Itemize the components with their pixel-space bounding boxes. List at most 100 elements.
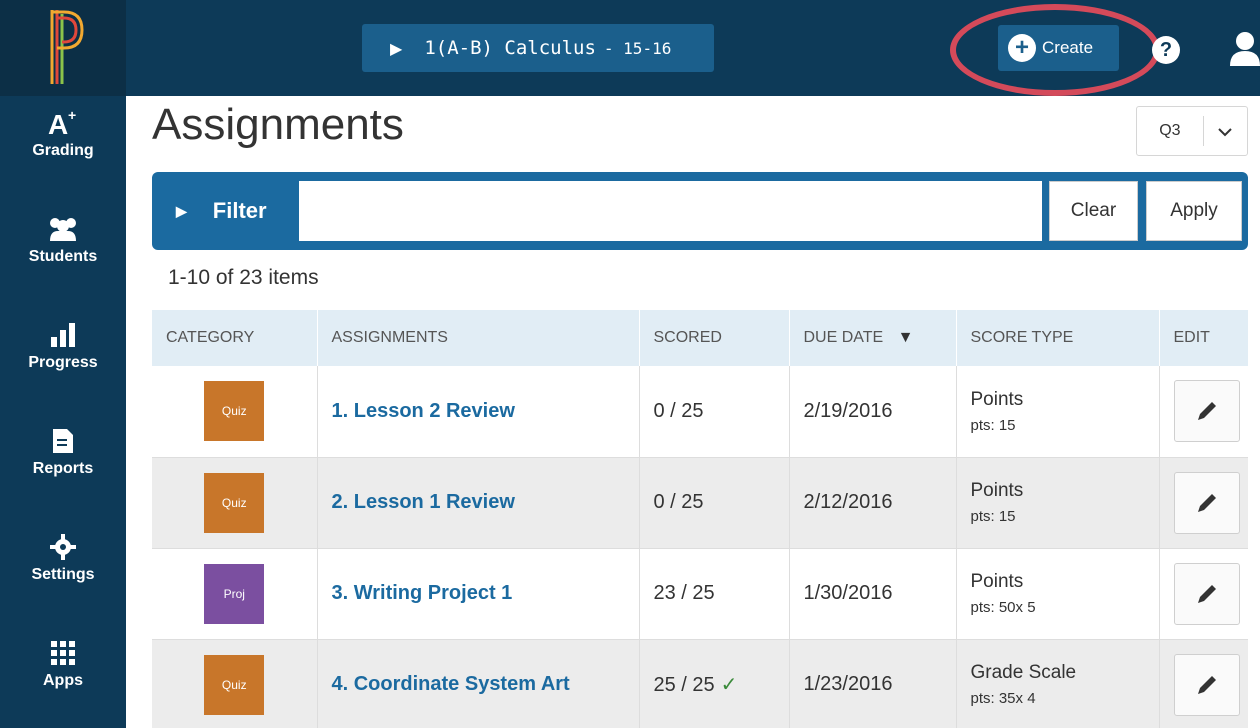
score-type-cell: Points pts: 15: [955, 366, 1159, 458]
due-date-cell: 1/30/2016: [788, 548, 956, 640]
filter-label: Filter: [212, 198, 267, 223]
scored-value: 23 / 25: [653, 582, 715, 604]
term-dropdown[interactable]: Q3: [1136, 106, 1248, 156]
points-value: pts: 50x 5: [970, 599, 1036, 616]
reports-icon: [43, 424, 83, 458]
scored-cell: 0 / 25: [638, 457, 789, 549]
scored-cell: 0 / 25: [638, 366, 789, 458]
due-date-cell: 2/19/2016: [788, 366, 956, 458]
edit-button[interactable]: [1173, 471, 1240, 534]
category-badge: Quiz: [204, 654, 265, 715]
apply-button[interactable]: Apply: [1146, 181, 1242, 241]
create-label: Create: [1042, 38, 1094, 57]
sidebar-item-label: Grading: [32, 142, 94, 159]
class-name: 1(A-B) Calculus: [424, 37, 596, 59]
expand-triangle-icon: ▶: [390, 38, 403, 58]
column-header-score-type[interactable]: SCORE TYPE: [955, 310, 1159, 366]
sidebar-item-apps[interactable]: Apps: [0, 626, 126, 726]
term-value: Q3: [1137, 116, 1204, 146]
pencil-icon: [1197, 493, 1216, 512]
column-header-assignments[interactable]: ASSIGNMENTS: [316, 310, 639, 366]
score-type-cell: Points pts: 50x 5: [955, 548, 1159, 640]
edit-button[interactable]: [1173, 562, 1240, 625]
sidebar-item-label: Apps: [43, 672, 83, 689]
create-button[interactable]: + Create: [998, 25, 1119, 71]
scored-cell: 25 / 25 ✓: [638, 639, 789, 728]
sidebar-item-progress[interactable]: Progress: [0, 308, 126, 408]
column-header-label: DUE DATE: [803, 329, 884, 346]
edit-button[interactable]: [1173, 653, 1240, 716]
sidebar-nav: A + Grading Students Progress Reports Set…: [0, 96, 126, 728]
pencil-icon: [1197, 584, 1216, 603]
sidebar-item-grading[interactable]: A + Grading: [0, 96, 126, 196]
svg-text:+: +: [68, 107, 76, 123]
scored-value: 25 / 25: [653, 674, 715, 696]
clear-button[interactable]: Clear: [1049, 181, 1138, 241]
sidebar-item-label: Reports: [32, 460, 94, 477]
score-type: Points: [970, 480, 1024, 501]
edit-button[interactable]: [1173, 380, 1240, 443]
sidebar-item-students[interactable]: Students: [0, 202, 126, 302]
table-header-row: CATEGORY ASSIGNMENTS SCORED DUE DATE ▼ S…: [152, 310, 1248, 366]
user-account-icon[interactable]: [1228, 30, 1260, 66]
sidebar-item-label: Progress: [28, 354, 98, 371]
chevron-down-icon: [1204, 121, 1247, 142]
points-value: pts: 15: [970, 508, 1016, 525]
edit-cell: [1158, 639, 1248, 728]
table-row: Quiz 2. Lesson 1 Review 0 / 25 2/12/2016…: [152, 457, 1248, 549]
sidebar-item-label: Settings: [31, 566, 95, 583]
edit-cell: [1158, 457, 1248, 549]
edit-cell: [1158, 366, 1248, 458]
svg-text:A: A: [48, 109, 68, 140]
checkmark-icon: ✓: [720, 674, 738, 696]
item-count: 1-10 of 23 items: [168, 266, 319, 289]
category-badge: Proj: [204, 563, 265, 624]
column-header-category[interactable]: CATEGORY: [152, 310, 317, 366]
edit-cell: [1158, 548, 1248, 640]
filter-bar: ▶ Filter Clear Apply: [152, 172, 1248, 250]
assignment-link[interactable]: 1. Lesson 2 Review: [332, 400, 515, 422]
column-header-edit: EDIT: [1158, 310, 1248, 366]
assignment-link[interactable]: 4. Coordinate System Art: [332, 673, 570, 695]
plus-circle-icon: +: [1008, 34, 1036, 62]
powerschool-logo[interactable]: [0, 0, 126, 96]
help-icon[interactable]: ?: [1152, 36, 1180, 64]
column-header-due-date[interactable]: DUE DATE ▼: [788, 310, 956, 366]
scored-value: 0 / 25: [653, 399, 704, 422]
points-value: pts: 15: [970, 416, 1016, 434]
apps-grid-icon: [43, 636, 83, 670]
due-date-cell: 1/23/2016: [788, 639, 956, 728]
category-badge: Quiz: [204, 381, 265, 442]
pencil-icon: [1197, 675, 1216, 694]
grading-icon: A +: [43, 106, 83, 140]
score-type-cell: Grade Scale pts: 35x 4: [955, 639, 1159, 728]
top-bar: ▶ 1(A-B) Calculus - 15-16 + Create ?: [0, 0, 1260, 96]
sidebar-item-reports[interactable]: Reports: [0, 414, 126, 514]
due-date-cell: 2/12/2016: [788, 457, 956, 549]
class-selector[interactable]: ▶ 1(A-B) Calculus - 15-16: [362, 24, 714, 72]
progress-icon: [43, 318, 83, 352]
sidebar-item-settings[interactable]: Settings: [0, 520, 126, 620]
assignment-link[interactable]: 2. Lesson 1 Review: [332, 491, 515, 513]
filter-input[interactable]: [299, 181, 1042, 241]
students-icon: [43, 212, 83, 246]
score-type: Points: [970, 388, 1024, 410]
points-value: pts: 35x 4: [970, 690, 1036, 707]
score-type: Points: [970, 571, 1024, 592]
filter-toggle[interactable]: ▶ Filter: [176, 172, 267, 250]
assignment-link[interactable]: 3. Writing Project 1: [332, 582, 513, 604]
gear-icon: [43, 530, 83, 564]
column-header-scored[interactable]: SCORED: [638, 310, 789, 366]
table-row: Proj 3. Writing Project 1 23 / 25 1/30/2…: [152, 548, 1248, 640]
class-term: - 15-16: [603, 38, 672, 58]
scored-cell: 23 / 25: [638, 548, 789, 640]
table-row: Quiz 4. Coordinate System Art 25 / 25 ✓ 1…: [152, 639, 1248, 728]
page-title: Assignments: [152, 100, 404, 149]
score-type: Grade Scale: [970, 662, 1077, 683]
category-badge: Quiz: [204, 472, 265, 533]
expand-triangle-icon: ▶: [176, 202, 187, 219]
pencil-icon: [1197, 402, 1216, 421]
sort-desc-icon: ▼: [897, 329, 914, 346]
score-type-cell: Points pts: 15: [955, 457, 1159, 549]
table-row: Quiz 1. Lesson 2 Review 0 / 25 2/19/2016…: [152, 366, 1248, 458]
